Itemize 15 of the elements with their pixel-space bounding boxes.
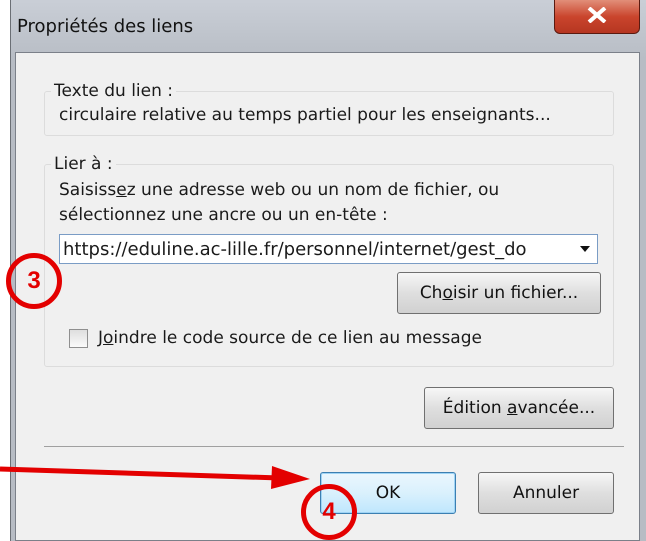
advanced-edit-button[interactable]: Édition avancée... — [424, 387, 614, 429]
url-combobox[interactable]: https://eduline.ac-lille.fr/personnel/internet/gest_do — [59, 234, 598, 264]
window-title: Propriétés des liens — [17, 16, 194, 36]
link-text: circulaire relative au temps partiel pour les enseignants... — [59, 105, 552, 125]
dropdown-icon — [579, 245, 591, 253]
checkbox[interactable] — [69, 328, 88, 348]
group-label: Lier à : — [53, 154, 114, 174]
instruction-text: Saisissez une adresse web ou un nom de fichier, ou sélectionnez une ancre ou un en-tête : — [59, 179, 500, 227]
cancel-button[interactable]: Annuler — [478, 472, 614, 514]
choose-file-button[interactable]: Choisir un fichier... — [397, 272, 601, 314]
step-number-circle: 3 — [6, 253, 62, 309]
checkbox-label: Joindre le code source de ce lien au message — [98, 328, 482, 348]
close-button[interactable] — [554, 0, 640, 34]
group-label: Texte du lien : — [53, 81, 174, 101]
close-icon — [586, 7, 608, 23]
